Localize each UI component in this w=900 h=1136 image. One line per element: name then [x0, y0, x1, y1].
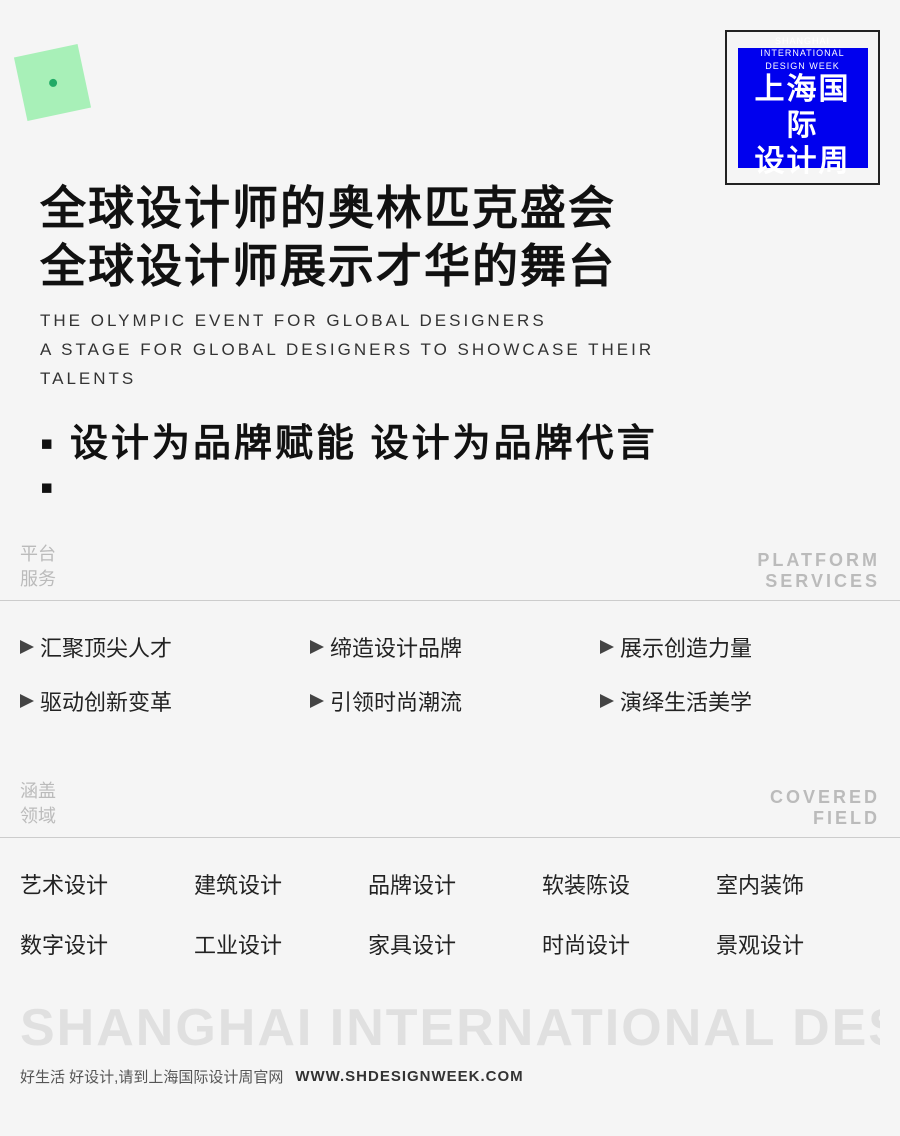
list-item: 工业设计 — [194, 928, 358, 960]
logo-main-text: 上海国际 设计周 — [746, 72, 860, 180]
covered-section: 涵盖 领域 COVERED FIELD 艺术设计 建筑设计 品牌设计 软装陈设 … — [0, 757, 900, 980]
top-section: SHANGHAI INTERNATIONAL DESIGN WEEK 上海国际 … — [0, 0, 900, 520]
headline-en: THE OLYMPIC EVENT FOR GLOBAL DESIGNERS A… — [40, 307, 680, 394]
platform-services-divider: 平台 服务 PLATFORM SERVICES — [0, 520, 900, 601]
bullet-icon — [310, 694, 324, 708]
list-item: 室内装饰 — [716, 868, 880, 900]
list-item: 时尚设计 — [542, 928, 706, 960]
covered-label-en: COVERED FIELD — [770, 787, 880, 829]
watermark-section: SHANGHAI INTERNATIONAL DESIGN WEEK — [0, 980, 900, 1057]
footer: 好生活 好设计,请到上海国际设计周官网 WWW.SHDESIGNWEEK.COM — [0, 1058, 900, 1107]
watermark-text: SHANGHAI INTERNATIONAL DESIGN WEEK — [20, 1000, 880, 1057]
covered-label-zh: 涵盖 领域 — [20, 779, 56, 829]
list-item: 家具设计 — [368, 928, 532, 960]
headline-zh: 全球设计师的奥林匹克盛会 全球设计师展示才华的舞台 — [40, 180, 680, 295]
bullet-icon — [310, 640, 324, 654]
list-item: 汇聚顶尖人才 — [20, 631, 300, 663]
platform-label-zh: 平台 服务 — [20, 542, 56, 592]
bullet-icon — [20, 640, 34, 654]
list-item: 缔造设计品牌 — [310, 631, 590, 663]
list-item: 软装陈设 — [542, 868, 706, 900]
fields-grid: 艺术设计 建筑设计 品牌设计 软装陈设 室内装饰 数字设计 工业设计 家具设计 … — [0, 838, 900, 980]
list-item: 品牌设计 — [368, 868, 532, 900]
tagline: ▪ 设计为品牌赋能 设计为品牌代言 ▪ — [40, 412, 680, 510]
list-item: 景观设计 — [716, 928, 880, 960]
logo-top-text: SHANGHAI INTERNATIONAL DESIGN WEEK — [760, 35, 844, 73]
covered-field-divider: 涵盖 领域 COVERED FIELD — [0, 757, 900, 838]
platform-label-en: PLATFORM SERVICES — [757, 550, 880, 592]
decorative-square — [14, 44, 91, 121]
list-item: 艺术设计 — [20, 868, 184, 900]
list-item: 驱动创新变革 — [20, 685, 300, 717]
list-item: 建筑设计 — [194, 868, 358, 900]
services-grid: 汇聚顶尖人才 缔造设计品牌 展示创造力量 驱动创新变革 引领时尚潮流 演绎生活美… — [0, 601, 900, 737]
footer-zh-text: 好生活 好设计,请到上海国际设计周官网 — [20, 1066, 283, 1087]
footer-en-text: WWW.SHDESIGNWEEK.COM — [295, 1068, 523, 1085]
logo-box-inner: SHANGHAI INTERNATIONAL DESIGN WEEK 上海国际 … — [738, 48, 868, 168]
bullet-icon — [600, 694, 614, 708]
list-item: 引领时尚潮流 — [310, 685, 590, 717]
bullet-icon — [600, 640, 614, 654]
bullet-icon — [20, 694, 34, 708]
list-item: 演绎生活美学 — [600, 685, 880, 717]
list-item: 展示创造力量 — [600, 631, 880, 663]
list-item: 数字设计 — [20, 928, 184, 960]
logo-box: SHANGHAI INTERNATIONAL DESIGN WEEK 上海国际 … — [725, 30, 880, 185]
